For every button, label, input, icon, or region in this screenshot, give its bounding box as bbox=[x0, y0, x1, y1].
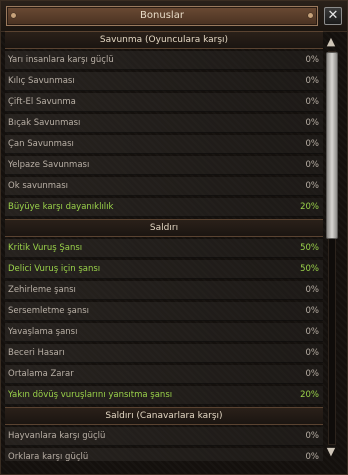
bonus-list[interactable]: Savunma (Oyunculara karşı) Yarı insanlara… bbox=[5, 31, 323, 461]
bonus-label: Ok savunması bbox=[8, 181, 69, 191]
bonus-row: Zehirleme şansı 0% bbox=[5, 281, 323, 300]
bonus-label: Yakın dövüş vuruşlarını yansıtma şansı bbox=[8, 390, 173, 400]
bonus-label: Kılıç Savunması bbox=[8, 76, 75, 86]
title-plaque: Bonuslar bbox=[6, 6, 318, 26]
bonus-label: Yavaşlama şansı bbox=[8, 327, 78, 337]
bonus-row: Kılıç Savunması 0% bbox=[5, 72, 323, 91]
bonus-label: Zehirleme şansı bbox=[8, 285, 76, 295]
bonus-label: Beceri Hasarı bbox=[8, 348, 65, 358]
bonus-value: 0% bbox=[305, 160, 320, 170]
bonus-row: Yavaşlama şansı 0% bbox=[5, 323, 323, 342]
bonus-value: 0% bbox=[305, 431, 320, 441]
title-bar[interactable]: Bonuslar ✕ bbox=[1, 1, 347, 32]
scroll-thumb[interactable] bbox=[326, 52, 338, 239]
bonus-value: 0% bbox=[305, 118, 320, 128]
bonus-value: 20% bbox=[300, 202, 319, 212]
bonus-label: Kritik Vuruş Şansı bbox=[8, 243, 83, 253]
bonus-row: Yakın dövüş vuruşlarını yansıtma şansı 20… bbox=[5, 386, 323, 405]
section-header: Saldırı (Canavarlara karşı) bbox=[5, 407, 323, 425]
bonus-value: 50% bbox=[300, 243, 319, 253]
bonus-row: Çan Savunması 0% bbox=[5, 135, 323, 154]
bonus-row: Ortalama Zarar 0% bbox=[5, 365, 323, 384]
section-header: Savunma (Oyunculara karşı) bbox=[5, 31, 323, 49]
bonus-row: Beceri Hasarı 0% bbox=[5, 344, 323, 363]
bonus-value: 20% bbox=[300, 390, 319, 400]
bonus-label: Yarı insanlara karşı güçlü bbox=[8, 55, 114, 65]
bonus-label: Delici Vuruş için şansı bbox=[8, 264, 101, 274]
bonus-row: Bıçak Savunması 0% bbox=[5, 114, 323, 133]
bonus-row: Hayvanlara karşı güçlü 0% bbox=[5, 427, 323, 446]
bonus-row: Sersemletme şansı 0% bbox=[5, 302, 323, 321]
bonus-value: 0% bbox=[305, 285, 320, 295]
scroll-down-arrow-icon[interactable]: ▼ bbox=[324, 445, 338, 459]
bonus-label: Çan Savunması bbox=[8, 139, 74, 149]
bonus-label: Ortalama Zarar bbox=[8, 369, 74, 379]
bonus-label: Bıçak Savunması bbox=[8, 118, 81, 128]
bonus-value: 0% bbox=[305, 76, 320, 86]
bonus-value: 0% bbox=[305, 327, 320, 337]
bonus-value: 0% bbox=[305, 55, 320, 65]
bonus-value: 0% bbox=[305, 97, 320, 107]
window-title: Bonuslar bbox=[140, 10, 184, 21]
bonus-row: Yarı insanlara karşı güçlü 0% bbox=[5, 51, 323, 70]
bonus-row: Çift-El Savunma 0% bbox=[5, 93, 323, 112]
bonus-value: 0% bbox=[305, 139, 320, 149]
bonus-label: Hayvanlara karşı güçlü bbox=[8, 431, 106, 441]
bonus-row: Kritik Vuruş Şansı 50% bbox=[5, 239, 323, 258]
bonus-value: 0% bbox=[305, 452, 320, 461]
bonus-label: Çift-El Savunma bbox=[8, 97, 76, 107]
bonus-window: Bonuslar ✕ Savunma (Oyunculara karşı) Yar… bbox=[0, 0, 348, 475]
bonus-value: 0% bbox=[305, 369, 320, 379]
bonus-value: 0% bbox=[305, 181, 320, 191]
bonus-label: Yelpaze Savunması bbox=[8, 160, 90, 170]
bonus-row: Yelpaze Savunması 0% bbox=[5, 156, 323, 175]
bonus-label: Sersemletme şansı bbox=[8, 306, 90, 316]
bonus-value: 0% bbox=[305, 306, 320, 316]
bonus-row: Delici Vuruş için şansı 50% bbox=[5, 260, 323, 279]
rivet-right bbox=[308, 13, 313, 18]
bonus-row: Büyüye karşı dayanıklılık 20% bbox=[5, 198, 323, 217]
scrollbar[interactable]: ▲ ▼ bbox=[324, 35, 338, 459]
bonus-label: Orklara karşı güçlü bbox=[8, 452, 89, 461]
rivet-left bbox=[11, 13, 16, 18]
bonus-row: Ok savunması 0% bbox=[5, 177, 323, 196]
section-header: Saldırı bbox=[5, 219, 323, 237]
bonus-value: 50% bbox=[300, 264, 319, 274]
bonus-label: Büyüye karşı dayanıklılık bbox=[8, 202, 114, 212]
close-icon[interactable]: ✕ bbox=[324, 7, 342, 25]
bonus-value: 0% bbox=[305, 348, 320, 358]
bonus-row: Orklara karşı güçlü 0% bbox=[5, 448, 323, 461]
scroll-up-arrow-icon[interactable]: ▲ bbox=[324, 35, 338, 49]
